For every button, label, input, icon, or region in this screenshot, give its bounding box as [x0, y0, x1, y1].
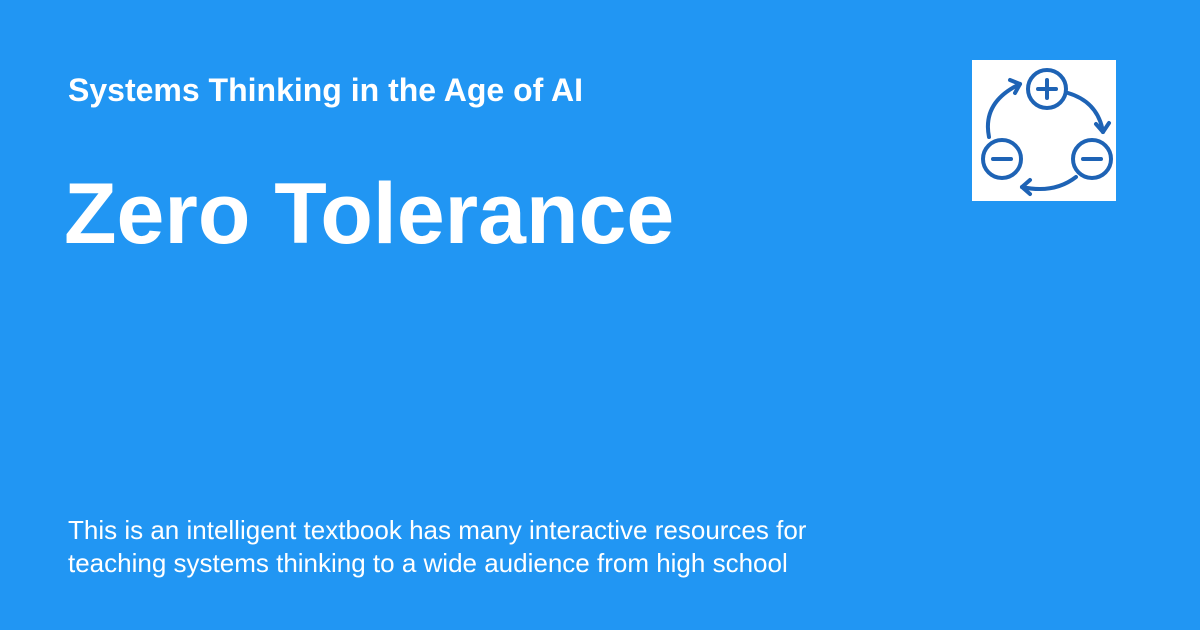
social-card: Systems Thinking in the Age of AI Zero T…	[0, 0, 1200, 630]
feedback-loop-icon	[981, 68, 1113, 196]
description-line: teaching systems thinking to a wide audi…	[68, 548, 788, 578]
page-title: Zero Tolerance	[64, 166, 675, 262]
logo	[972, 60, 1116, 201]
page-description: This is an intelligent textbook has many…	[68, 514, 928, 580]
site-title: Systems Thinking in the Age of AI	[68, 72, 584, 108]
description-line: This is an intelligent textbook has many…	[68, 515, 807, 545]
